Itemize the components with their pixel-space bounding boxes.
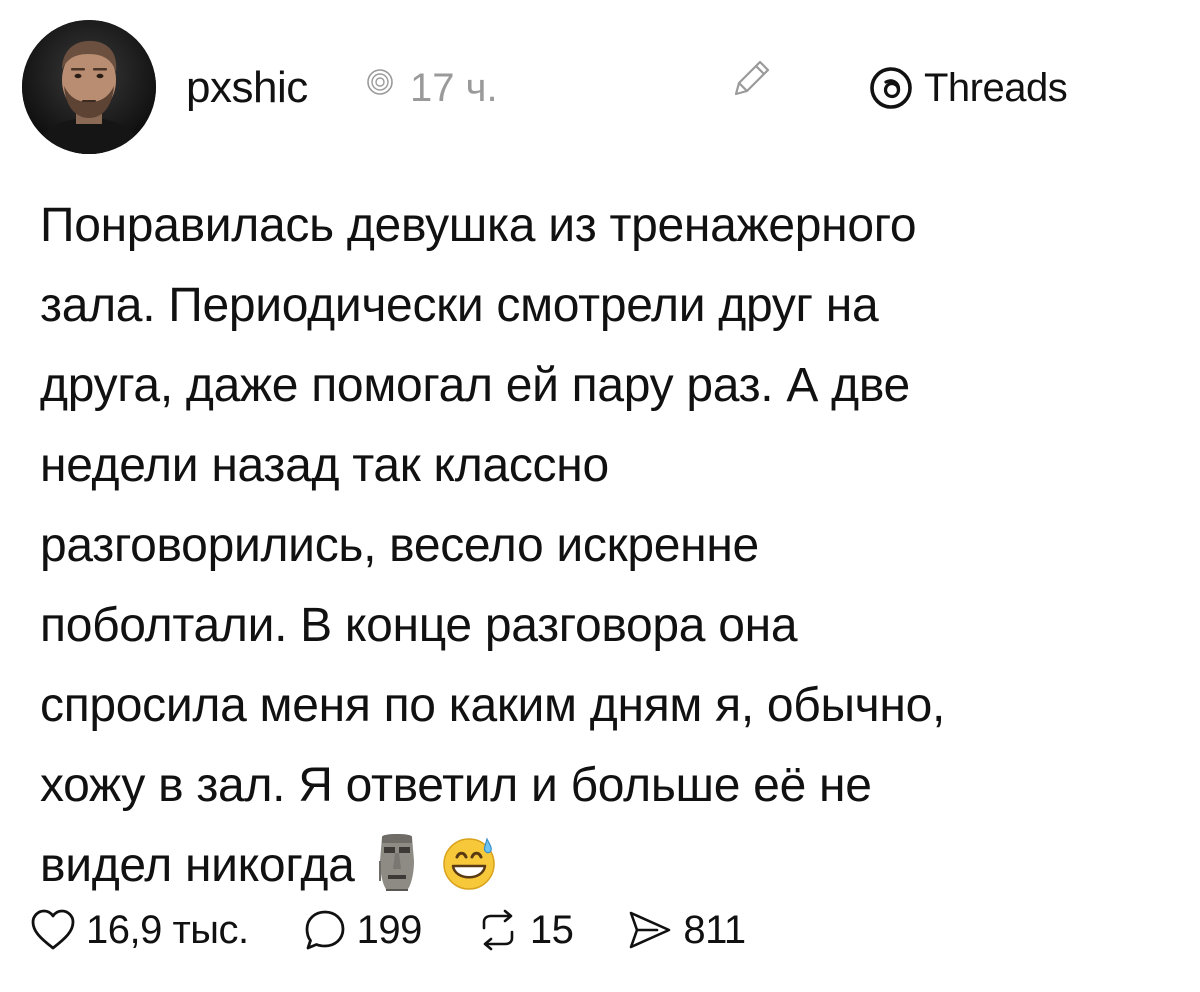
post-text-line: поболтали. В конце разговора она: [40, 599, 798, 652]
threads-label: Threads: [924, 66, 1068, 110]
send-icon: [630, 911, 671, 949]
share-button[interactable]: 811: [627, 902, 746, 958]
threads-badge[interactable]: Threads: [868, 60, 1068, 116]
post-text-line: хожу в зал. Я ответил и больше её не: [40, 759, 872, 812]
repost-button[interactable]: 15: [476, 902, 574, 958]
threads-post: pxshic 17 ч. Threads Понравилась девушка…: [0, 0, 1200, 992]
username[interactable]: pxshic: [186, 60, 308, 116]
post-actions: 16,9 тыс. 199 15 811: [30, 900, 800, 960]
comment-button[interactable]: 199: [303, 902, 422, 958]
post-text-line: зала. Периодически смотрели друг на: [40, 279, 879, 332]
post-text-line: недели назад так классно: [40, 439, 609, 492]
post-text-line: разговорились, весело искренне: [40, 519, 759, 572]
repost-icon: [482, 909, 514, 951]
heart-icon: [31, 909, 75, 950]
threads-logo-icon: [868, 65, 914, 111]
verified-badge-icon: [366, 68, 394, 96]
pencil-icon[interactable]: [728, 54, 776, 102]
avatar[interactable]: [22, 20, 156, 154]
post-text-line: Понравилась девушка из тренажерного: [40, 199, 917, 252]
comment-bubble-icon: [305, 910, 345, 950]
share-count: 811: [683, 908, 746, 952]
moai-icon: [368, 831, 426, 893]
post-text-line: друга, даже помогал ей пару раз. А две: [40, 359, 910, 412]
like-button[interactable]: 16,9 тыс.: [30, 902, 249, 958]
post-body: Понравилась девушка из тренажерного зала…: [40, 186, 1150, 906]
post-timestamp: 17 ч.: [410, 66, 498, 110]
repost-count: 15: [529, 908, 574, 952]
grinning-sweat-icon: [440, 831, 498, 893]
comment-count: 199: [356, 908, 423, 952]
post-text-line: спросила меня по каким дням я, обычно,: [40, 679, 946, 732]
post-text-last-line: видел никогда: [40, 826, 1150, 906]
like-count: 16,9 тыс.: [86, 908, 249, 952]
post-text-line: видел никогда: [40, 839, 355, 892]
